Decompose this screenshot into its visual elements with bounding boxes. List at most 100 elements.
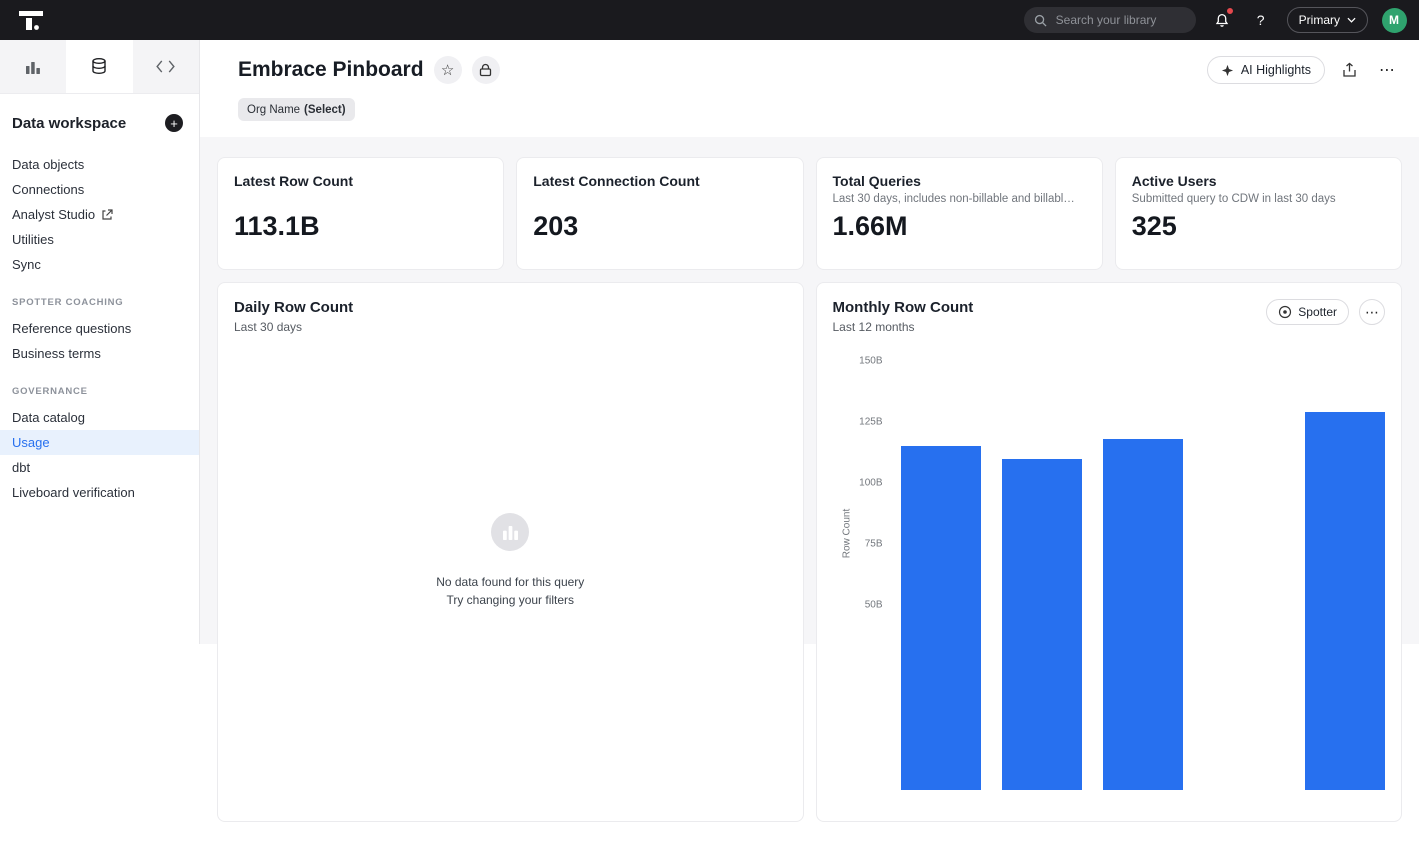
empty-state-subtitle: Try changing your filters xyxy=(218,593,803,607)
kpi-card-latest-connection-count: Latest Connection Count 203 xyxy=(516,157,803,270)
y-axis: 150B125B100B75B50B xyxy=(853,350,883,790)
sidebar-item-analyst-studio[interactable]: Analyst Studio xyxy=(0,202,199,227)
bar-chart-icon xyxy=(24,58,42,76)
card-subtitle: Last 30 days xyxy=(234,320,353,334)
kpi-title: Latest Row Count xyxy=(234,173,487,189)
empty-state: No data found for this query Try changin… xyxy=(218,513,803,607)
section-governance: GOVERNANCE xyxy=(0,386,199,397)
liveboard-body: Latest Row Count 113.1B Latest Connectio… xyxy=(200,137,1419,842)
ellipsis-icon: ⋯ xyxy=(1379,60,1395,80)
org-switcher-label: Primary xyxy=(1299,13,1340,27)
plus-icon: + xyxy=(170,117,178,130)
chevron-down-icon xyxy=(1347,17,1356,23)
monthly-chart: Row Count 150B125B100B75B50B xyxy=(833,350,1386,790)
tab-data[interactable] xyxy=(66,40,132,93)
thoughtspot-logo[interactable] xyxy=(18,7,44,33)
help-icon: ? xyxy=(1257,12,1265,28)
code-icon xyxy=(156,60,175,73)
page-title: Embrace Pinboard xyxy=(238,58,424,82)
help-button[interactable]: ? xyxy=(1248,7,1274,33)
ai-highlights-label: AI Highlights xyxy=(1241,63,1311,77)
ai-highlights-button[interactable]: AI Highlights xyxy=(1207,56,1325,84)
ellipsis-icon: ⋯ xyxy=(1365,304,1379,321)
workspace-title: Data workspace xyxy=(12,115,126,132)
sparkle-icon xyxy=(1221,64,1234,77)
lock-icon xyxy=(479,63,492,77)
kpi-card-latest-row-count: Latest Row Count 113.1B xyxy=(217,157,504,270)
empty-state-title: No data found for this query xyxy=(218,575,803,589)
more-options-button[interactable]: ⋯ xyxy=(1373,56,1401,84)
section-spotter-coaching: SPOTTER COACHING xyxy=(0,297,199,308)
sidebar-item-usage[interactable]: Usage xyxy=(0,430,199,455)
notification-dot xyxy=(1226,7,1234,15)
sidebar-item-data-objects[interactable]: Data objects xyxy=(0,152,199,177)
org-name-filter-chip[interactable]: Org Name (Select) xyxy=(238,98,355,121)
chip-value: (Select) xyxy=(304,104,346,116)
kpi-title: Latest Connection Count xyxy=(533,173,786,189)
avatar-initial: M xyxy=(1382,8,1407,33)
y-axis-tick: 50B xyxy=(865,600,883,611)
card-title: Daily Row Count xyxy=(234,299,353,316)
search-icon xyxy=(1034,14,1047,27)
add-button[interactable]: + xyxy=(165,114,183,132)
monthly-row-count-card: Monthly Row Count Last 12 months Spotter xyxy=(816,282,1403,822)
y-axis-tick: 150B xyxy=(859,356,882,367)
kpi-value: 1.66M xyxy=(833,211,1086,242)
bar[interactable] xyxy=(1305,412,1385,790)
card-more-options-button[interactable]: ⋯ xyxy=(1359,299,1385,325)
monthly-chart-plot xyxy=(891,350,1386,790)
kpi-card-total-queries: Total Queries Last 30 days, includes non… xyxy=(816,157,1103,270)
favorite-button[interactable]: ☆ xyxy=(434,56,462,84)
kpi-value: 113.1B xyxy=(234,211,487,242)
sidebar-tabs xyxy=(0,40,199,94)
permissions-button[interactable] xyxy=(472,56,500,84)
sidebar-item-business-terms[interactable]: Business terms xyxy=(0,341,199,366)
kpi-row: Latest Row Count 113.1B Latest Connectio… xyxy=(217,157,1402,270)
empty-chart-icon xyxy=(491,513,529,551)
kpi-title: Active Users xyxy=(1132,173,1385,189)
daily-row-count-card: Daily Row Count Last 30 days No xyxy=(217,282,804,822)
kpi-subtitle: Last 30 days, includes non-billable and … xyxy=(833,193,1086,207)
sidebar-item-connections[interactable]: Connections xyxy=(0,177,199,202)
org-switcher-button[interactable]: Primary xyxy=(1287,7,1368,33)
chip-label: Org Name xyxy=(247,104,300,116)
external-link-icon xyxy=(101,209,113,221)
tab-insights[interactable] xyxy=(0,40,66,93)
card-actions: Spotter ⋯ xyxy=(1266,299,1385,325)
bar[interactable] xyxy=(1103,439,1183,790)
header-actions: AI Highlights ⋯ xyxy=(1207,56,1401,84)
kpi-value: 203 xyxy=(533,211,786,242)
sidebar-item-utilities[interactable]: Utilities xyxy=(0,227,199,252)
bar[interactable] xyxy=(1002,459,1082,790)
kpi-subtitle: Submitted query to CDW in last 30 days xyxy=(1132,193,1385,207)
user-avatar[interactable]: M xyxy=(1381,7,1407,33)
sidebar-item-sync[interactable]: Sync xyxy=(0,252,199,277)
sidebar-item-dbt[interactable]: dbt xyxy=(0,455,199,480)
share-icon xyxy=(1342,62,1357,78)
y-axis-tick: 75B xyxy=(865,539,883,550)
search-input[interactable] xyxy=(1054,12,1186,28)
spotter-icon xyxy=(1278,305,1292,319)
database-icon xyxy=(90,57,108,75)
tab-code[interactable] xyxy=(133,40,199,93)
spotter-button[interactable]: Spotter xyxy=(1266,299,1349,325)
kpi-value: 325 xyxy=(1132,211,1385,242)
y-axis-title: Row Count xyxy=(841,484,852,584)
y-axis-tick: 125B xyxy=(859,417,882,428)
star-icon: ☆ xyxy=(441,61,454,79)
sidebar-item-liveboard-verification[interactable]: Liveboard verification xyxy=(0,480,199,505)
library-search[interactable] xyxy=(1024,7,1196,33)
notifications-button[interactable] xyxy=(1209,7,1235,33)
card-title: Monthly Row Count xyxy=(833,299,974,316)
kpi-subtitle xyxy=(533,193,786,207)
columns-icon xyxy=(502,525,519,540)
bar[interactable] xyxy=(901,446,981,790)
sidebar-item-data-catalog[interactable]: Data catalog xyxy=(0,405,199,430)
charts-row: Daily Row Count Last 30 days No xyxy=(217,282,1402,822)
sidebar-item-reference-questions[interactable]: Reference questions xyxy=(0,316,199,341)
card-subtitle: Last 12 months xyxy=(833,320,974,334)
main-content: Embrace Pinboard ☆ AI Highlights xyxy=(200,40,1419,644)
thoughtspot-logo-icon xyxy=(18,7,44,33)
share-button[interactable] xyxy=(1335,56,1363,84)
topbar: ? Primary M xyxy=(0,0,1419,40)
